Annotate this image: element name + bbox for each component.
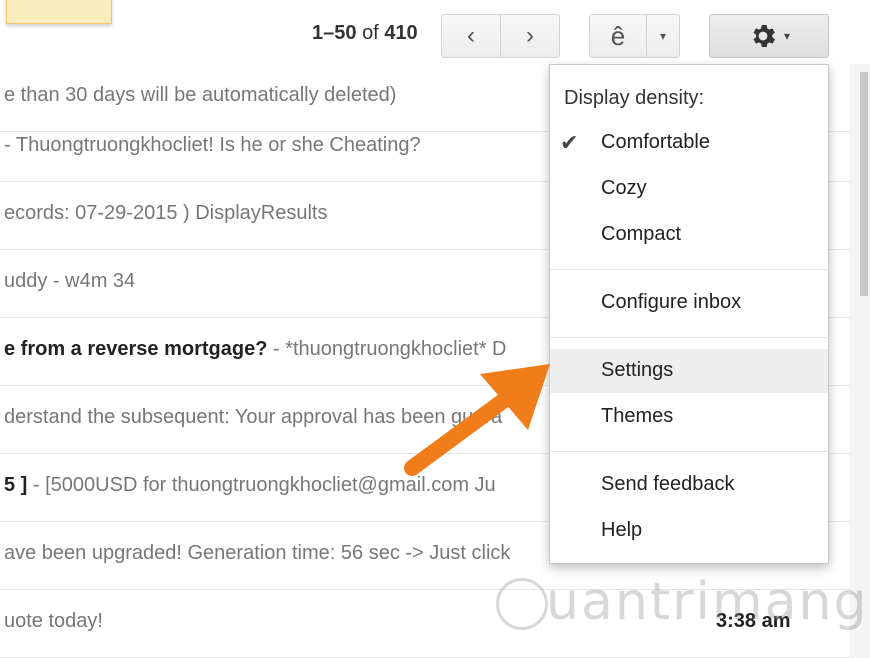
menu-item-comfortable[interactable]: ✔ Comfortable xyxy=(550,121,828,165)
chevron-right-icon: › xyxy=(526,22,534,49)
email-subject: e from a reverse mortgage? xyxy=(4,338,268,360)
menu-item-label: Configure inbox xyxy=(601,291,742,313)
menu-item-help[interactable]: Help xyxy=(550,509,828,553)
pager-total: 410 xyxy=(384,22,418,44)
checkmark-icon: ✔ xyxy=(560,130,579,155)
older-button[interactable]: › xyxy=(500,14,560,58)
menu-item-settings[interactable]: Settings xyxy=(550,349,828,393)
menu-item-label: Settings xyxy=(601,359,674,381)
menu-item-send-feedback[interactable]: Send feedback xyxy=(550,463,828,507)
email-snippet: uddy - w4m 34 xyxy=(4,270,135,293)
chevron-down-icon: ▾ xyxy=(783,29,791,43)
menu-item-compact[interactable]: Compact xyxy=(550,213,828,257)
arrow-annotation-icon xyxy=(404,364,550,476)
menu-divider xyxy=(550,337,828,338)
email-text: e than 30 days will be automatically del… xyxy=(4,84,397,106)
chevron-down-icon: ▾ xyxy=(659,29,667,43)
pagination-info: 1–50 of 410 xyxy=(312,22,418,45)
input-tools-dropdown[interactable]: ▾ xyxy=(646,14,680,58)
menu-item-configure-inbox[interactable]: Configure inbox xyxy=(550,281,828,325)
email-text: uote today! xyxy=(4,610,103,632)
input-tools-button[interactable]: ê xyxy=(589,14,647,58)
email-snippet: e than 30 days will be automatically del… xyxy=(4,84,396,107)
newer-button[interactable]: ‹ xyxy=(441,14,501,58)
scrollbar-thumb[interactable] xyxy=(860,72,868,296)
email-text: uddy - w4m 34 xyxy=(4,270,136,292)
menu-item-cozy[interactable]: Cozy xyxy=(550,167,828,211)
menu-heading: Display density: xyxy=(564,87,705,109)
gear-icon xyxy=(753,25,775,47)
menu-item-themes[interactable]: Themes xyxy=(550,395,828,439)
email-snippet: - Thuongtruongkhocliet! Is he or she Che… xyxy=(4,134,421,157)
email-snippet: ecords: 07-29-2015 ) DisplayResults xyxy=(4,202,328,225)
email-snippet: uote today! xyxy=(4,610,103,633)
menu-item-label: Help xyxy=(601,519,643,541)
input-tools-glyph: ê xyxy=(610,20,626,51)
menu-item-label: Send feedback xyxy=(601,473,735,495)
pager-range: 1–50 xyxy=(312,22,357,44)
pager-of: of xyxy=(362,22,379,44)
settings-dropdown-menu: Display density: ✔ Comfortable Cozy Comp… xyxy=(549,64,829,564)
email-subject: 5 ] xyxy=(4,474,28,496)
email-text: ecords: 07-29-2015 ) DisplayResults xyxy=(4,202,328,224)
email-snippet: ave been upgraded! Generation time: 56 s… xyxy=(4,542,510,565)
menu-item-label: Compact xyxy=(601,223,682,245)
watermark-logo-icon xyxy=(496,578,548,630)
email-text: - Thuongtruongkhocliet! Is he or she Che… xyxy=(4,134,421,156)
chevron-left-icon: ‹ xyxy=(467,22,475,49)
menu-divider xyxy=(550,451,828,452)
menu-item-label: Themes xyxy=(601,405,674,427)
watermark: uantrimang xyxy=(546,572,869,632)
settings-gear-button[interactable]: ▾ xyxy=(709,14,829,58)
email-text: ave been upgraded! Generation time: 56 s… xyxy=(4,542,511,564)
menu-item-label: Comfortable xyxy=(601,131,710,153)
menu-item-label: Cozy xyxy=(601,177,647,199)
menu-divider xyxy=(550,269,828,270)
notice-box xyxy=(6,0,112,24)
